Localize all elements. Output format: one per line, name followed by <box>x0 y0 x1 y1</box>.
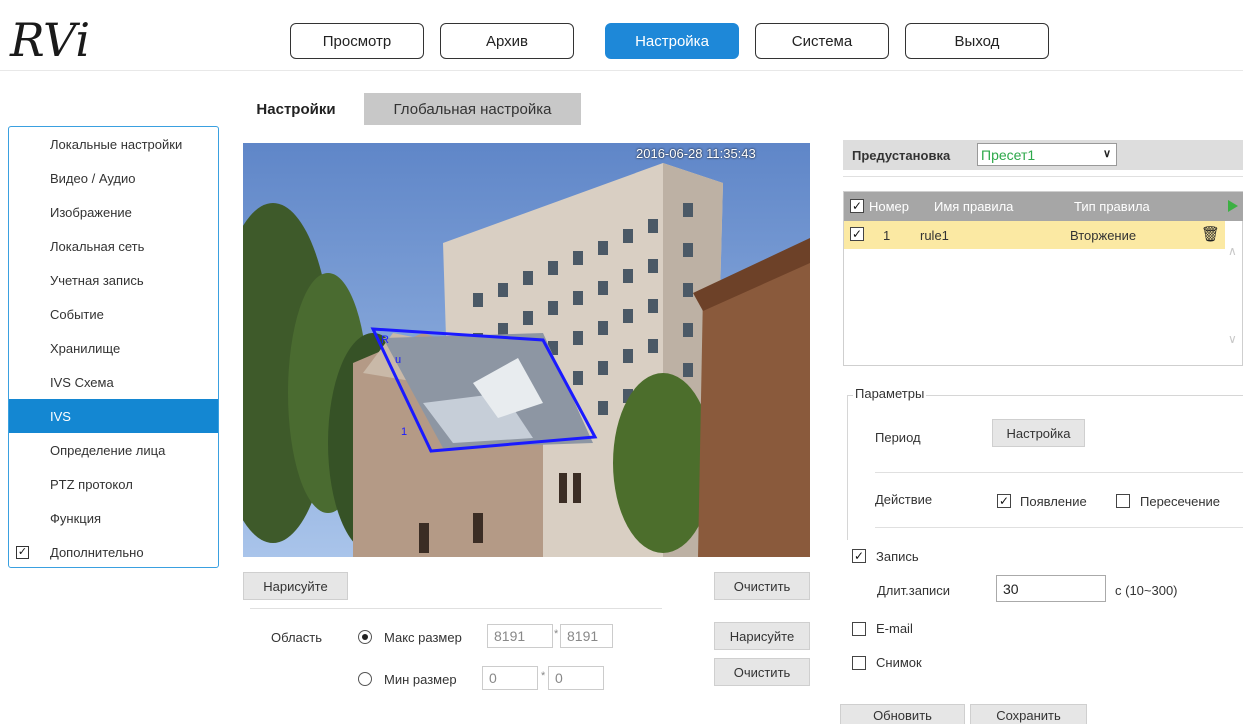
parameters-legend: Параметры <box>853 386 927 401</box>
max-height-input[interactable]: 8191 <box>560 624 613 648</box>
min-height-input[interactable]: 0 <box>548 666 604 690</box>
draw-size-button[interactable]: Нарисуйте <box>714 622 810 650</box>
add-rule-icon[interactable] <box>1228 200 1238 212</box>
action-label: Действие <box>875 492 933 507</box>
record-label: Запись <box>876 549 919 564</box>
rvi-logo: RVi <box>8 8 128 68</box>
nav-view-button[interactable]: Просмотр <box>290 23 424 59</box>
camera-scene-image: R u 1 <box>243 143 810 557</box>
preset-label: Предустановка <box>852 148 951 163</box>
max-times-sign: * <box>554 628 559 640</box>
clear-zone-button[interactable]: Очистить <box>714 572 810 600</box>
advanced-checkbox[interactable]: ✓ <box>16 545 29 559</box>
action-divider <box>875 527 1243 528</box>
rule-checkbox[interactable]: ✓ <box>850 227 864 241</box>
max-size-label: Макс размер <box>384 630 462 645</box>
sidebar-item-ivs[interactable]: IVS <box>9 399 218 433</box>
record-duration-input[interactable]: 30 <box>996 575 1106 602</box>
rule-row[interactable]: ✓ 1 rule1 Вторжение 🗑 <box>844 221 1225 249</box>
rules-table: ✓ Номер Имя правила Тип правила ✓ 1 rule… <box>843 191 1243 366</box>
trash-icon[interactable]: 🗑 <box>1201 225 1220 243</box>
sidebar-item-face-detection[interactable]: Определение лица <box>9 433 218 467</box>
save-button[interactable]: Сохранить <box>970 704 1087 724</box>
appear-label: Появление <box>1020 494 1087 509</box>
sidebar-item-account[interactable]: Учетная запись <box>9 263 218 297</box>
nav-archive-button[interactable]: Архив <box>440 23 574 59</box>
header-rule-type: Тип правила <box>1074 199 1150 214</box>
svg-text:RVi: RVi <box>9 13 90 67</box>
clear-size-button[interactable]: Очистить <box>714 658 810 686</box>
video-timestamp: 2016-06-28 11:35:43 <box>636 146 756 161</box>
period-divider <box>875 472 1243 473</box>
select-all-rules-checkbox[interactable]: ✓ <box>850 199 864 213</box>
preset-select[interactable]: Пресет1 ∨ <box>977 143 1117 166</box>
min-times-sign: * <box>541 670 546 682</box>
sidebar-item-ivs-scheme[interactable]: IVS Схема <box>9 365 218 399</box>
preset-value: Пресет1 <box>981 146 1036 163</box>
cross-label: Пересечение <box>1140 494 1221 509</box>
sidebar-item-function[interactable]: Функция <box>9 501 218 535</box>
record-duration-unit: с (10~300) <box>1115 583 1178 598</box>
appear-checkbox[interactable]: ✓ <box>997 494 1011 508</box>
sidebar-item-advanced[interactable]: ✓ Дополнительно <box>9 535 218 569</box>
min-size-label: Мин размер <box>384 672 457 687</box>
sidebar-item-storage[interactable]: Хранилище <box>9 331 218 365</box>
rules-header: ✓ Номер Имя правила Тип правила <box>844 192 1243 221</box>
refresh-button[interactable]: Обновить <box>840 704 965 724</box>
chevron-down-icon: ∨ <box>1102 148 1111 160</box>
header-divider <box>0 70 1243 71</box>
snapshot-label: Снимок <box>876 655 922 670</box>
tab-settings[interactable]: Настройки <box>233 93 359 125</box>
header-rule-name: Имя правила <box>934 199 1014 214</box>
tab-global-settings[interactable]: Глобальная настройка <box>364 93 581 125</box>
draw-zone-button[interactable]: Нарисуйте <box>243 572 348 600</box>
draw-divider <box>250 608 662 609</box>
max-size-radio[interactable] <box>358 630 372 644</box>
period-setup-button[interactable]: Настройка <box>992 419 1085 447</box>
header-number: Номер <box>869 199 910 214</box>
record-checkbox[interactable]: ✓ <box>852 549 866 563</box>
sidebar-item-network[interactable]: Локальная сеть <box>9 229 218 263</box>
sidebar-item-ptz[interactable]: PTZ протокол <box>9 467 218 501</box>
sidebar-item-video-audio[interactable]: Видео / Аудио <box>9 161 218 195</box>
preset-divider <box>843 176 1243 177</box>
settings-sidebar: Локальные настройки Видео / Аудио Изобра… <box>8 126 219 568</box>
min-width-input[interactable]: 0 <box>482 666 538 690</box>
area-label: Область <box>271 630 323 645</box>
svg-text:R: R <box>381 334 389 346</box>
sidebar-item-event[interactable]: Событие <box>9 297 218 331</box>
sidebar-item-image[interactable]: Изображение <box>9 195 218 229</box>
svg-text:1: 1 <box>401 426 407 438</box>
snapshot-checkbox[interactable] <box>852 656 866 670</box>
nav-logout-button[interactable]: Выход <box>905 23 1049 59</box>
cross-checkbox[interactable] <box>1116 494 1130 508</box>
max-width-input[interactable]: 8191 <box>487 624 553 648</box>
nav-settings-button[interactable]: Настройка <box>605 23 739 59</box>
rule-type: Вторжение <box>1070 228 1137 243</box>
sidebar-item-local[interactable]: Локальные настройки <box>9 127 218 161</box>
rule-name: rule1 <box>920 228 949 243</box>
period-label: Период <box>875 430 921 445</box>
parameters-group <box>847 395 1243 540</box>
email-checkbox[interactable] <box>852 622 866 636</box>
svg-text:u: u <box>395 354 401 366</box>
scroll-up-icon[interactable]: ∧ <box>1228 244 1237 258</box>
nav-system-button[interactable]: Система <box>755 23 889 59</box>
record-duration-label: Длит.записи <box>877 583 951 598</box>
camera-preview[interactable]: R u 1 2016-06-28 11:35:43 <box>243 143 810 557</box>
scroll-down-icon[interactable]: ∨ <box>1228 332 1237 346</box>
rule-number: 1 <box>883 228 891 243</box>
min-size-radio[interactable] <box>358 672 372 686</box>
email-label: E-mail <box>876 621 913 636</box>
